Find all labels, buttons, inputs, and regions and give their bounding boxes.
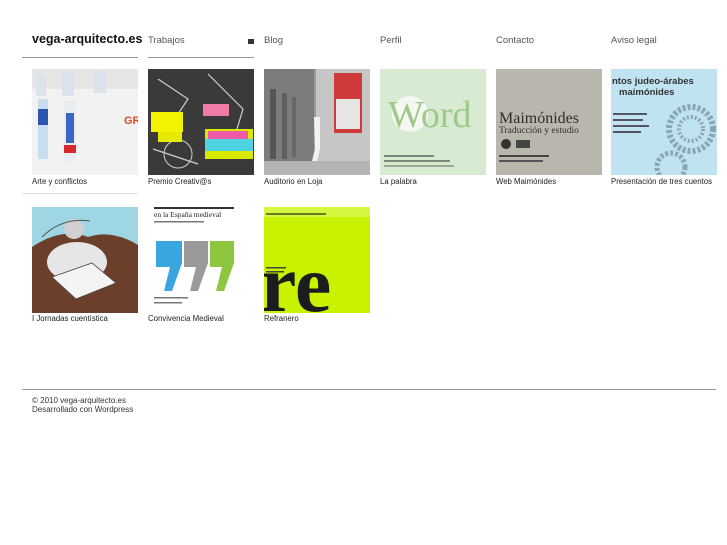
work-thumb-jornadas-cuentistica[interactable] [32, 207, 138, 313]
nav-item-perfil[interactable]: Perfil [380, 35, 402, 46]
header-divider-left [22, 57, 138, 58]
work-thumb-refranero[interactable]: re [264, 207, 370, 313]
work-caption[interactable]: Web Maimónides [496, 177, 556, 186]
thumb-sub-traduccion: Traducción y estudio [499, 126, 579, 136]
active-marker-icon [248, 39, 254, 44]
site-logo[interactable]: vega-arquitecto.es [32, 32, 142, 46]
thumb-text-re: re [264, 238, 331, 313]
work-caption[interactable]: Presentación de tres cuentos [611, 177, 712, 186]
nav-item-trabajos[interactable]: Trabajos [148, 35, 185, 46]
work-thumb-arte-y-conflictos[interactable]: GR M [32, 69, 138, 175]
work-thumb-auditorio-loja[interactable] [264, 69, 370, 175]
work-caption[interactable]: Convivencia Medieval [148, 314, 224, 323]
footer-divider [22, 389, 716, 390]
row-divider [22, 193, 138, 194]
thumb-text-espana: en la España medieval [154, 210, 221, 219]
nav-item-contacto[interactable]: Contacto [496, 35, 534, 46]
work-caption[interactable]: Premio Creativ@s [148, 177, 211, 186]
work-thumb-web-maimonides[interactable]: Maimónides Traducción y estudio [496, 69, 602, 175]
work-caption[interactable]: La palabra [380, 177, 417, 186]
work-thumb-premio-creativos[interactable] [148, 69, 254, 175]
thumb-title-cuentos: ntos judeo-árabes [612, 76, 694, 87]
work-caption[interactable]: Arte y conflictos [32, 177, 87, 186]
thumb-sub-cuentos: maimónides [619, 87, 674, 98]
work-thumb-la-palabra[interactable]: Word [380, 69, 486, 175]
work-caption[interactable]: Auditorio en Loja [264, 177, 323, 186]
work-caption[interactable]: Refranero [264, 314, 299, 323]
work-thumb-tres-cuentos[interactable]: ntos judeo-árabes maimónides [611, 69, 717, 175]
thumb-text-gr: GR M [124, 115, 138, 127]
nav-item-blog[interactable]: Blog [264, 35, 283, 46]
header-divider-active [148, 57, 254, 58]
nav-item-aviso-legal[interactable]: Aviso legal [611, 35, 657, 46]
work-thumb-convivencia-medieval[interactable]: en la España medieval [148, 207, 254, 313]
footer-copyright: © 2010 vega-arquitecto.es [32, 396, 126, 405]
thumb-text-word: Word [388, 94, 471, 136]
thumb-title-maimonides: Maimónides [499, 110, 579, 127]
footer-credit[interactable]: Desarrollado con Wordpress [32, 405, 133, 414]
work-caption[interactable]: I Jornadas cuentística [32, 314, 108, 323]
